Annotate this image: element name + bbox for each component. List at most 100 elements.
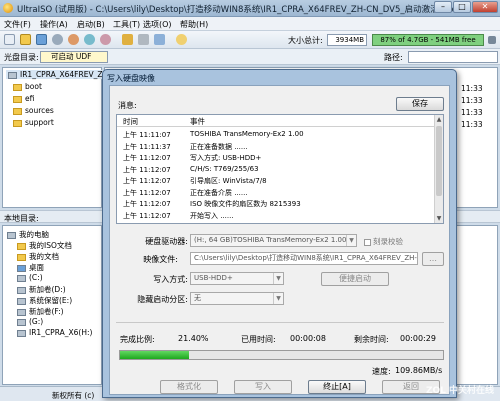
tree-item-drive-f[interactable]: 新加卷(F:) [17, 306, 64, 317]
drive-icon [17, 318, 26, 326]
menu-tools[interactable]: 工具(T) [113, 19, 140, 30]
tree-item-drive-d[interactable]: 新加卷(D:) [17, 284, 66, 295]
disc-icon[interactable] [52, 34, 63, 45]
tree-item-label: efi [25, 94, 35, 103]
log-col-event: 事件 [190, 117, 205, 126]
burn-icon[interactable] [68, 34, 79, 45]
message-log: 时间 事件 上午 11:11:07 TOSHIBA TransMemory-Ex2… [116, 114, 444, 224]
tree-item-support[interactable]: support [13, 118, 54, 127]
scroll-up-icon[interactable]: ▲ [435, 115, 443, 124]
window-controls: – □ ✕ [434, 1, 498, 13]
tree-item-label: (G:) [29, 317, 44, 326]
easy-boot-button[interactable]: 便捷启动 [321, 272, 389, 286]
maximize-button[interactable]: □ [453, 1, 471, 13]
log-event: C/H/S: T769/255/63 [190, 164, 259, 173]
drive-label: 硬盘驱动器: [145, 237, 188, 246]
tree-item-computer[interactable]: 我的电脑 [7, 229, 49, 240]
info-icon[interactable] [154, 34, 165, 45]
drive-select-value: (H:, 64 GB)TOSHIBA TransMemory-Ex2 1.00 [194, 236, 347, 244]
format-button[interactable]: 格式化 [160, 380, 218, 394]
hidden-partition-value: 无 [194, 294, 201, 302]
hidden-partition-label: 隐藏启动分区: [137, 295, 188, 304]
save-icon[interactable] [36, 34, 47, 45]
new-icon[interactable] [4, 34, 15, 45]
path-input[interactable] [408, 51, 498, 63]
log-row: 上午 11:11:37 正在准备数据 ...... [117, 142, 435, 152]
folder-icon [13, 119, 22, 127]
write-mode-label: 写入方式: [153, 275, 188, 284]
drive-icon [17, 286, 26, 294]
tree-item-desktop[interactable]: 桌面 [17, 262, 44, 273]
log-time: 上午 11:12:07 [123, 177, 171, 185]
tree-item-label: 新加卷(F:) [29, 307, 64, 316]
open-icon[interactable] [20, 34, 31, 45]
log-row: 上午 11:12:07 正在准备介质 ...... [117, 188, 435, 198]
iso-root[interactable]: IR1_CPRA_X64FREV_ZH- [6, 70, 113, 79]
menu-boot[interactable]: 启动(B) [77, 19, 105, 30]
disc-bar: 光盘目录: 可启动 UDF 路径: [0, 49, 500, 65]
remaining-value: 00:00:29 [400, 334, 436, 343]
minimize-button[interactable]: – [434, 1, 452, 13]
tree-item-boot[interactable]: boot [13, 82, 42, 91]
desktop-icon [17, 264, 26, 272]
write-mode-select[interactable]: USB-HDD+ ▼ [190, 272, 284, 285]
terminate-button[interactable]: 终止[A] [308, 380, 366, 394]
chevron-down-icon: ▼ [346, 235, 356, 246]
tree-item-label: sources [25, 106, 54, 115]
drive-select[interactable]: (H:, 64 GB)TOSHIBA TransMemory-Ex2 1.00 ▼ [190, 234, 357, 247]
zol-watermark: ZOL 中关村在线 [425, 386, 494, 396]
log-event: 写入方式: USB-HDD+ [190, 154, 262, 162]
tree-item-my-docs[interactable]: 我的文档 [17, 251, 59, 262]
properties-icon[interactable] [122, 34, 133, 45]
window-title: UltraISO (试用版) - C:\Users\lily\Desktop\打… [17, 5, 454, 15]
disc-label: 光盘目录: [4, 53, 39, 62]
tree-item-drive-e[interactable]: 系统保留(E:) [17, 295, 72, 306]
log-event: 开始写入 ...... [190, 211, 234, 220]
local-tree-pane: 我的电脑 我的ISO文档 我的文档 桌面 (C:) 新加卷(D:) 系统保留(E… [2, 225, 102, 385]
help-icon[interactable] [176, 34, 187, 45]
image-file-value: C:\Users\lily\Desktop\打造移动WIN8系统\IR1_CPR… [194, 254, 418, 262]
tree-item-label: (C:) [29, 273, 43, 282]
file-time: 11:33 [461, 120, 483, 129]
image-file-label: 映像文件: [143, 255, 178, 264]
chevron-down-icon[interactable] [488, 36, 496, 44]
tree-item-drive-g[interactable]: (G:) [17, 317, 43, 326]
file-time: 11:33 [461, 108, 483, 117]
log-row: 上午 11:12:07 写入方式: USB-HDD+ [117, 153, 435, 163]
log-time: 上午 11:12:07 [123, 188, 171, 197]
settings-icon[interactable] [138, 34, 149, 45]
scroll-thumb[interactable] [436, 126, 442, 196]
log-scrollbar[interactable]: ▲ ▼ [434, 115, 443, 223]
folder-icon [17, 242, 26, 250]
tree-item-drive-h[interactable]: IR1_CPRA_X6(H:) [17, 328, 92, 337]
verify-checkbox[interactable]: 刻录校验 [364, 236, 403, 247]
tree-item-my-iso[interactable]: 我的ISO文档 [17, 240, 72, 251]
log-event: 引导扇区: WinVista/7/8 [190, 177, 267, 185]
computer-icon [7, 231, 16, 239]
tree-item-sources[interactable]: sources [13, 106, 54, 115]
save-button[interactable]: 保存 [396, 97, 444, 111]
menu-actions[interactable]: 操作(A) [40, 19, 68, 30]
menu-file[interactable]: 文件(F) [4, 19, 31, 30]
iso-root-label: IR1_CPRA_X64FREV_ZH- [20, 70, 111, 79]
speed-label: 速度: [372, 367, 391, 376]
boot-type-combo[interactable]: 可启动 UDF [40, 51, 108, 63]
image-file-field[interactable]: C:\Users\lily\Desktop\打造移动WIN8系统\IR1_CPR… [190, 252, 418, 265]
elapsed-value: 00:00:08 [290, 334, 326, 343]
scroll-down-icon[interactable]: ▼ [435, 214, 443, 223]
mount-icon[interactable] [84, 34, 95, 45]
menu-options[interactable]: 选项(O) [143, 19, 172, 30]
browse-button[interactable]: … [422, 252, 444, 266]
folder-icon [13, 95, 22, 103]
tree-item-drive-c[interactable]: (C:) [17, 273, 43, 282]
log-col-time: 时间 [123, 117, 138, 126]
log-time: 上午 11:12:07 [123, 211, 171, 220]
folder-icon [13, 83, 22, 91]
hidden-partition-select[interactable]: 无 ▼ [190, 292, 284, 305]
close-button[interactable]: ✕ [472, 1, 498, 13]
tree-item-efi[interactable]: efi [13, 94, 34, 103]
write-button[interactable]: 写入 [234, 380, 292, 394]
log-time: 上午 11:11:07 [123, 131, 171, 139]
menu-help[interactable]: 帮助(H) [180, 19, 208, 30]
compress-icon[interactable] [100, 34, 111, 45]
